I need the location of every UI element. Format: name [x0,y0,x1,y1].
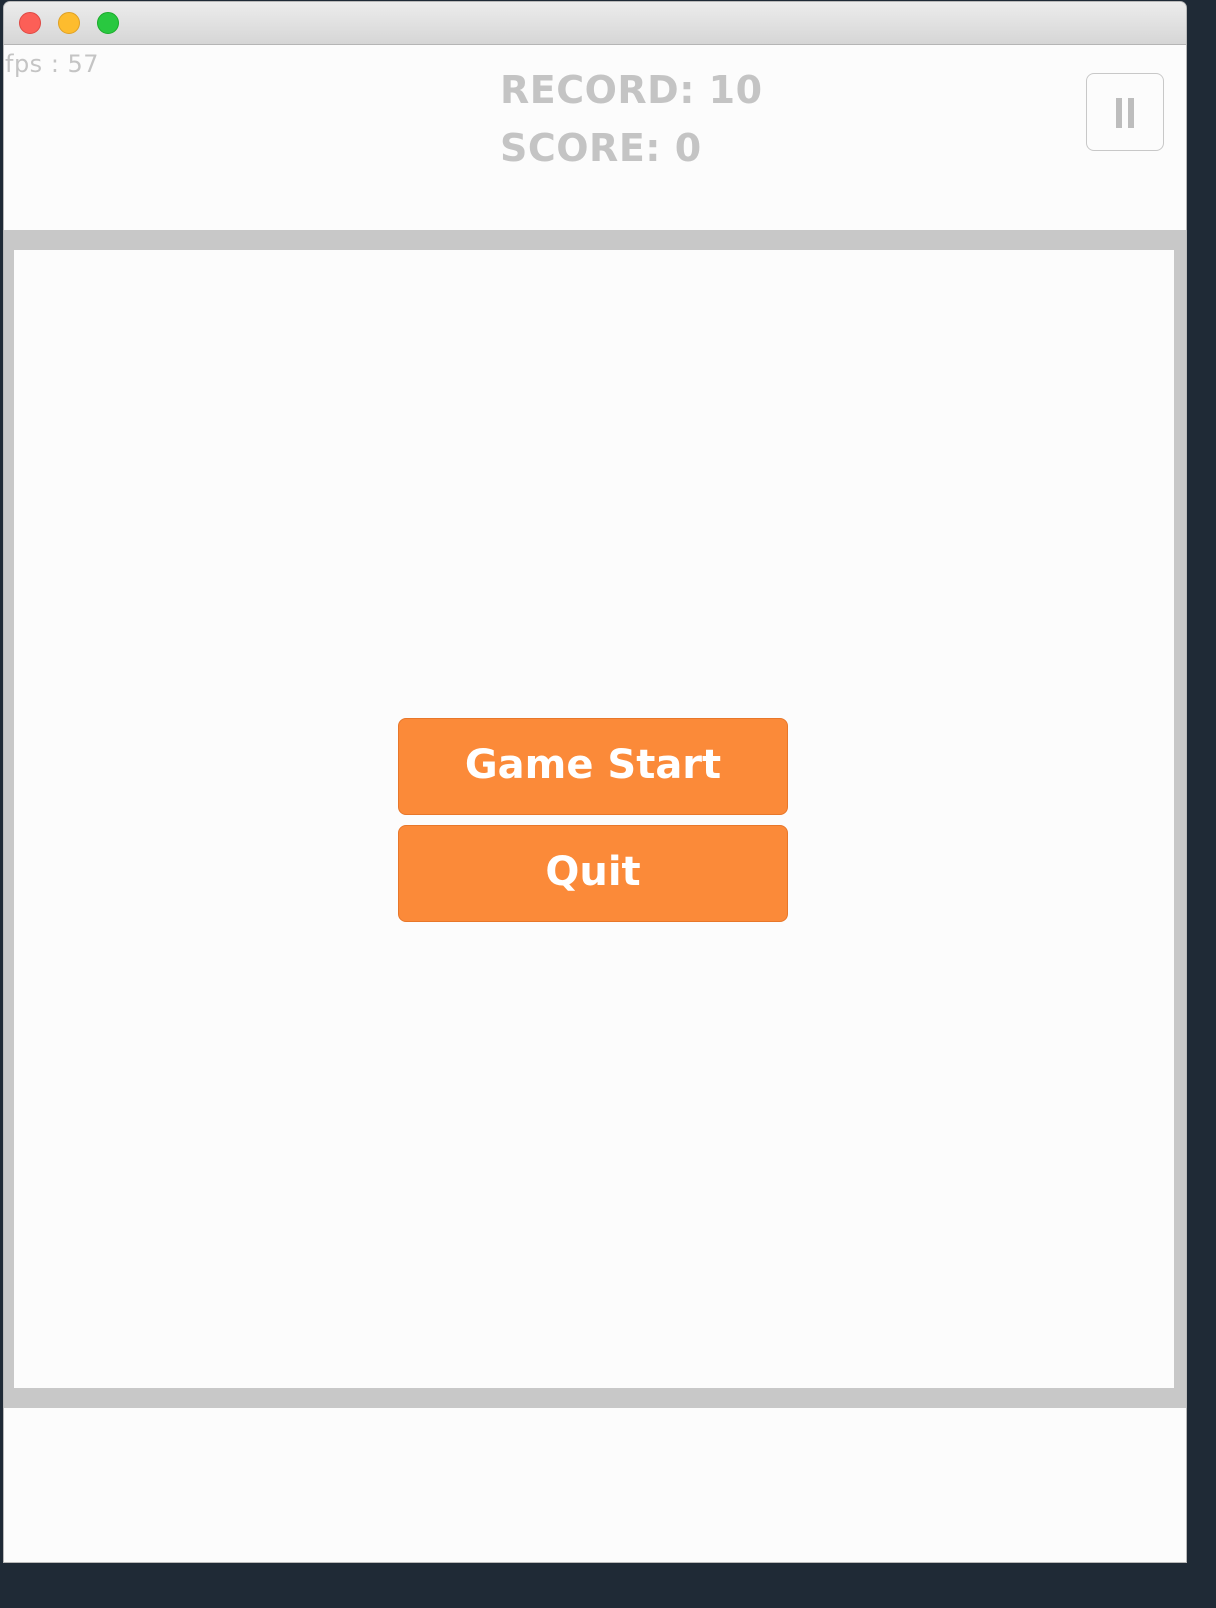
game-start-button[interactable]: Game Start [398,718,788,815]
game-board [14,250,1174,1388]
title-bar[interactable] [4,2,1186,45]
zoom-window-button[interactable] [97,12,119,34]
score-display: SCORE: 0 [500,126,702,170]
close-window-button[interactable] [19,12,41,34]
fps-counter: fps : 57 [5,50,100,78]
quit-button[interactable]: Quit [398,825,788,922]
game-board-frame [4,230,1186,1408]
game-window: fps : 57 RECORD: 10 SCORE: 0 Game Start … [4,2,1186,1562]
pause-button[interactable] [1086,73,1164,151]
pause-icon-left-bar [1116,98,1122,128]
record-display: RECORD: 10 [500,68,763,112]
pause-icon-right-bar [1128,98,1134,128]
minimize-window-button[interactable] [58,12,80,34]
